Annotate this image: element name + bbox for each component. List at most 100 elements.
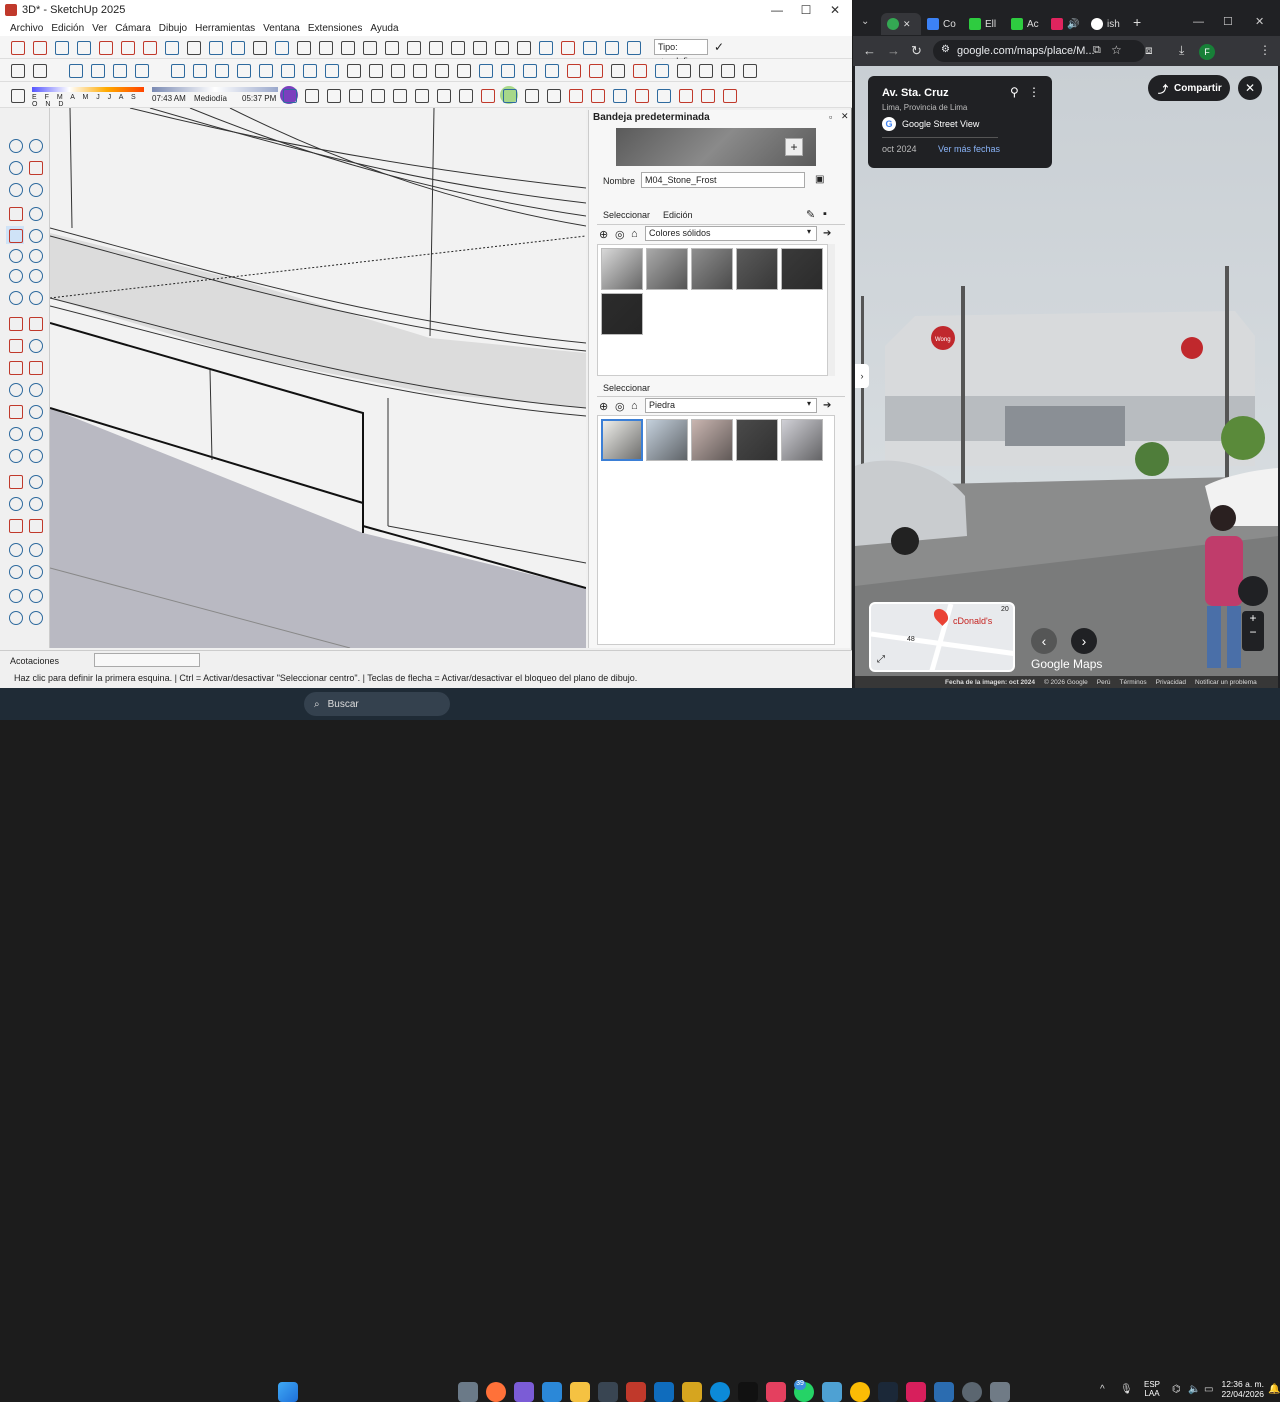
cut-icon[interactable]	[360, 38, 378, 56]
tab-6[interactable]: ish	[1091, 13, 1120, 35]
maximize-button[interactable]: ☐	[791, 0, 821, 20]
start-windows-icon[interactable]	[278, 1382, 298, 1402]
details-arrow-icon[interactable]: ➔	[823, 228, 831, 239]
xray-icon[interactable]	[66, 61, 84, 79]
model-info-icon[interactable]	[514, 38, 532, 56]
polygon-icon[interactable]	[26, 246, 44, 264]
street-view[interactable]: Wong Av. Sta. Cruz Lima, Provincia de Li…	[855, 66, 1278, 688]
tab-edit[interactable]: Edición	[663, 210, 693, 220]
profile-avatar[interactable]: F	[1199, 44, 1215, 60]
layers-icon[interactable]	[498, 61, 516, 79]
subtract-icon[interactable]	[432, 61, 450, 79]
move-green-icon[interactable]	[610, 86, 628, 104]
extension-d-icon[interactable]	[544, 86, 562, 104]
component-options-icon[interactable]	[228, 38, 246, 56]
arc-tool-icon[interactable]	[346, 86, 364, 104]
cube-icon[interactable]	[434, 86, 452, 104]
sandbox-contours-icon[interactable]	[6, 586, 24, 604]
file-explorer-icon[interactable]	[570, 1382, 590, 1402]
axes-tool-icon[interactable]	[6, 424, 24, 442]
footer-terms[interactable]: Términos	[1120, 679, 1147, 686]
back-icon[interactable]: ⊕	[599, 228, 608, 241]
outer-shell-icon[interactable]	[366, 61, 384, 79]
type-field[interactable]: Tipo: <undefi	[654, 39, 708, 66]
freehand-icon[interactable]	[26, 204, 44, 222]
make-component-icon[interactable]	[6, 180, 24, 198]
back-edges-icon[interactable]	[88, 61, 106, 79]
paint-bucket-icon[interactable]	[8, 86, 26, 104]
app-icon-a[interactable]	[598, 1382, 618, 1402]
details-arrow-icon-2[interactable]: ➔	[823, 400, 831, 411]
app-icon-b[interactable]	[682, 1382, 702, 1402]
material-name-field[interactable]: M04_Stone_Frost	[641, 172, 805, 188]
shadows-icon[interactable]	[542, 61, 560, 79]
paste-icon[interactable]	[404, 38, 422, 56]
library-select-2[interactable]: Piedra	[645, 398, 817, 413]
zoom-tool-icon[interactable]	[6, 494, 24, 512]
cursor-icon[interactable]	[740, 61, 758, 79]
material-swatch[interactable]	[601, 293, 643, 335]
wireframe-icon[interactable]	[110, 61, 128, 79]
two-point-arc-icon[interactable]	[26, 266, 44, 284]
rectangle-tool-icon[interactable]	[324, 86, 342, 104]
create-material-icon[interactable]: +	[785, 138, 803, 156]
select-icon[interactable]	[6, 136, 24, 154]
arc-icon[interactable]	[6, 266, 24, 284]
next-photo-button[interactable]: ›	[1071, 628, 1097, 654]
scrollbar-1[interactable]	[827, 244, 835, 376]
zoom-window-tool-icon[interactable]	[26, 494, 44, 512]
walk-tool-icon[interactable]	[26, 540, 44, 558]
menu-camara[interactable]: Cámara	[111, 23, 155, 34]
material-swatch[interactable]	[646, 248, 688, 290]
sample-paint-icon[interactable]: ▣	[815, 174, 824, 185]
store-icon[interactable]	[542, 1382, 562, 1402]
rotate-icon[interactable]	[6, 336, 24, 354]
compass-control[interactable]	[1238, 576, 1268, 606]
browser-minimize-button[interactable]: —	[1193, 16, 1204, 28]
rectangle-tool-active-icon[interactable]	[6, 226, 24, 244]
eyedropper-icon[interactable]: ✎	[806, 208, 815, 221]
mic-icon[interactable]: 🎙	[1120, 1384, 1133, 1395]
tab-close-icon[interactable]: ✕	[903, 19, 911, 30]
new-tab-icon[interactable]: +	[1133, 14, 1141, 30]
tray-chevron-icon[interactable]: ^	[1100, 1384, 1105, 1395]
zoom-out-button[interactable]: −	[1242, 625, 1264, 639]
menu-ver[interactable]: Ver	[88, 23, 111, 34]
add-detail-tool-icon[interactable]	[26, 608, 44, 626]
solid-tools-icon[interactable]	[344, 61, 362, 79]
rotate-red-icon[interactable]	[632, 86, 650, 104]
chrome-icon[interactable]	[850, 1382, 870, 1402]
stamp-icon[interactable]	[580, 38, 598, 56]
dimension-icon[interactable]	[564, 61, 582, 79]
close-streetview-button[interactable]: ✕	[1238, 76, 1262, 100]
material-swatch[interactable]	[691, 419, 733, 461]
sandbox-scratch-icon[interactable]	[26, 586, 44, 604]
previous-view-icon[interactable]	[118, 38, 136, 56]
network-icon[interactable]: ⌬	[1172, 1384, 1181, 1395]
position-camera-icon[interactable]	[140, 38, 158, 56]
orbit-tool-icon[interactable]	[6, 472, 24, 490]
box-icon[interactable]	[302, 86, 320, 104]
scale-red-icon[interactable]	[676, 86, 694, 104]
extension-c-icon[interactable]	[522, 86, 540, 104]
eraser-icon[interactable]	[26, 158, 44, 176]
firefox-icon[interactable]	[486, 1382, 506, 1402]
sketchup-taskbar-icon[interactable]	[626, 1382, 646, 1402]
speaker-icon[interactable]	[26, 562, 44, 580]
move-red-icon[interactable]	[566, 86, 584, 104]
zoom-icon[interactable]	[52, 38, 70, 56]
circle-icon[interactable]	[6, 246, 24, 264]
scale-orange-icon[interactable]	[698, 86, 716, 104]
minimize-button[interactable]: —	[762, 0, 792, 20]
extension-a-icon[interactable]	[478, 86, 496, 104]
active-tab[interactable]: ✕	[881, 13, 921, 35]
menu-archivo[interactable]: Archivo	[6, 23, 47, 34]
footer-country[interactable]: Perú	[1097, 679, 1111, 686]
union-icon[interactable]	[410, 61, 428, 79]
forward-icon-2[interactable]: ◎	[615, 400, 625, 413]
follow-me-icon[interactable]	[26, 336, 44, 354]
curve-icon[interactable]	[456, 86, 474, 104]
gear-icon[interactable]	[696, 61, 714, 79]
right-view-icon[interactable]	[234, 61, 252, 79]
left-view-icon[interactable]	[278, 61, 296, 79]
